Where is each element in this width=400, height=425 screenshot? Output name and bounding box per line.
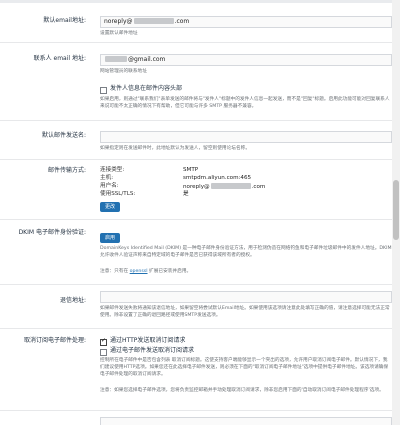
return-address-help: 如果邮件发送失败将通知该退信地址，如果留空将尝试默认Email地址。如果使用该选… xyxy=(100,306,390,318)
default-email-help: 设置默认邮件地址 xyxy=(100,31,138,36)
sender-header-help: 如果启用，则通过"联系我们"表单发送的邮件将与"发件人"标题中的发件人信息一起发… xyxy=(100,97,390,109)
transport-ssl-value: 是 xyxy=(183,191,189,197)
unsubscribe-address-input[interactable] xyxy=(100,417,392,425)
sender-name-input[interactable] xyxy=(100,131,392,143)
change-transport-button[interactable]: 更改 xyxy=(100,202,121,212)
page-scrollbar[interactable] xyxy=(392,0,400,425)
transport-user-key: 用户名: xyxy=(100,183,119,189)
divider xyxy=(0,410,392,411)
dkim-help: DomainKeys Identified Mail (DKIM) 是一种电子邮… xyxy=(100,246,392,258)
unsubscribe-http-checkbox[interactable] xyxy=(100,337,107,346)
sender-header-checkbox[interactable] xyxy=(100,87,107,94)
contact-email-input[interactable]: @gmail.com xyxy=(100,54,392,66)
transport-host-key: 主机: xyxy=(100,175,114,181)
unsubscribe-email-checkbox[interactable] xyxy=(100,349,107,356)
email-settings-form: 默认email地址: noreply@ .com 设置默认邮件地址 联系人 ema… xyxy=(0,3,392,425)
openssl-link[interactable]: openssl xyxy=(130,269,148,274)
unsubscribe-http-label: 通过HTTP发送取消订阅请求 xyxy=(110,337,186,344)
dkim-label: DKIM 电子邮件身份验证: xyxy=(18,229,86,236)
transport-type-value: SMTP xyxy=(183,167,199,173)
contact-email-help: 网站管理员的联系地址 xyxy=(100,69,147,74)
transport-host-value: smtpdm.aliyun.com:465 xyxy=(183,175,252,181)
contact-email-label: 联系人 email 地址: xyxy=(33,55,86,62)
divider xyxy=(0,219,392,220)
dkim-note: 注意：只有在 openssl 扩展已安装并启用。 xyxy=(100,269,192,274)
sender-header-label: 发件人信息在邮件内容头部 xyxy=(110,85,183,92)
unsubscribe-label: 取消订阅电子邮件处理: xyxy=(23,337,86,344)
default-email-input[interactable]: noreply@ .com xyxy=(100,16,392,28)
divider xyxy=(0,42,392,43)
transport-type-key: 连接类型: xyxy=(100,167,125,173)
redacted-domain xyxy=(133,18,174,24)
divider xyxy=(0,159,392,160)
transport-label: 邮件传输方式: xyxy=(47,167,86,174)
return-address-input[interactable] xyxy=(100,291,392,303)
return-address-label: 退信地址: xyxy=(59,297,86,304)
redacted-local-part xyxy=(105,56,127,62)
unsubscribe-email-label: 通过电子邮件发送取消订阅请求 xyxy=(110,347,195,354)
divider xyxy=(0,328,392,329)
divider xyxy=(0,284,392,285)
transport-ssl-key: 使用SSL/TLS: xyxy=(100,191,136,197)
divider xyxy=(0,120,392,121)
sender-name-help: 如果指定则在发送邮件时，此地址默认为发送人，留空则使用论坛名称。 xyxy=(100,146,251,151)
sender-name-label: 默认邮件发送名: xyxy=(41,132,86,139)
transport-user-value: noreply@ .com xyxy=(183,183,266,190)
redacted-domain xyxy=(210,183,251,189)
scrollbar-thumb[interactable] xyxy=(393,180,399,240)
unsubscribe-note: 注意：如果您选择电子邮件选项，您将负责监控邮箱并手动处理取消订阅请求，除非您启用… xyxy=(100,388,384,393)
unsubscribe-help: 控制所在电子邮件中是否包含列表 取消订阅标题。这使支持客户端能够显示一个突出的选… xyxy=(100,358,389,377)
default-email-label: 默认email地址: xyxy=(43,17,86,24)
enable-dkim-button[interactable]: 启用 xyxy=(100,233,121,243)
